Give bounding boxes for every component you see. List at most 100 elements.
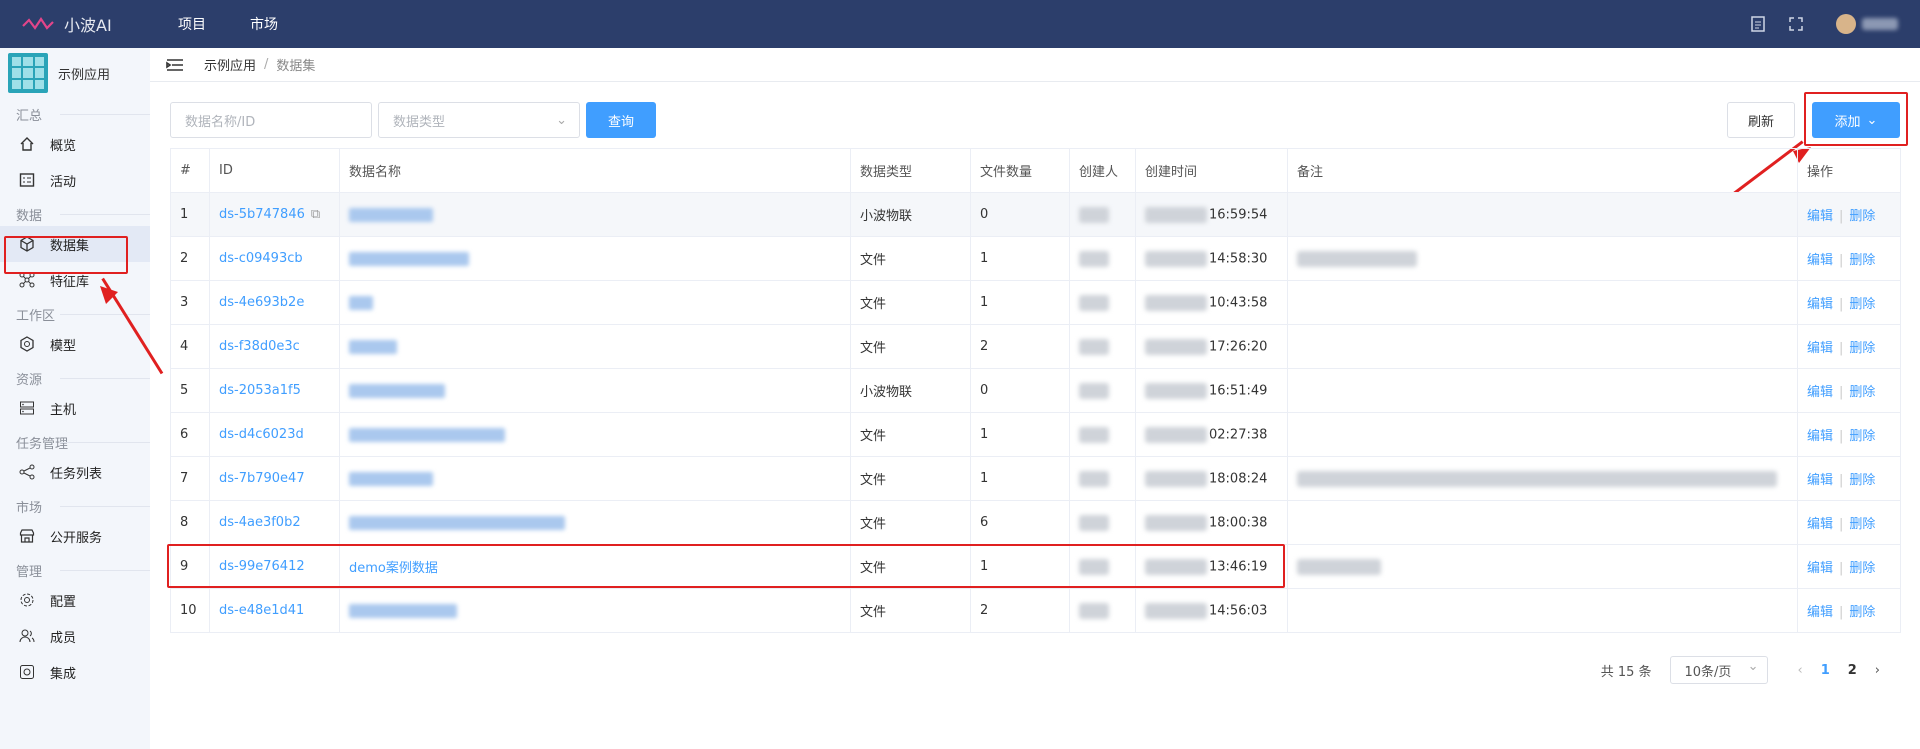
query-button[interactable]: 查询 [586,102,656,138]
dataset-id-link[interactable]: ds-2053a1f5 [219,383,301,398]
edit-link[interactable]: 编辑 [1807,561,1833,576]
edit-link[interactable]: 编辑 [1807,209,1833,224]
dataset-name-blurred[interactable] [349,251,469,266]
edit-link[interactable]: 编辑 [1807,385,1833,400]
table-row: 8 ds-4ae3f0b2 文件 6 18:00:38 编辑 | 删除 [170,500,1901,545]
annotation-arrowhead-sidebar [100,286,118,304]
delete-link[interactable]: 删除 [1849,209,1875,224]
dataset-id-link[interactable]: ds-4ae3f0b2 [219,515,301,530]
gear-icon [18,591,36,609]
edit-link[interactable]: 编辑 [1807,473,1833,488]
sidebar-item-overview[interactable]: 概览 [0,126,150,162]
cell-remark [1287,544,1798,589]
cell-type: 文件 [850,456,971,501]
dataset-name-blurred[interactable] [349,207,433,222]
group-summary: 汇总 [0,102,150,126]
date-blurred [1145,382,1207,399]
cell-actions: 编辑 | 删除 [1797,456,1901,501]
sidebar-item-public-services[interactable]: 公开服务 [0,518,150,554]
breadcrumb-current: 数据集 [276,59,316,74]
creator-blurred [1079,250,1109,267]
cell-type: 文件 [850,324,971,369]
type-select[interactable]: 数据类型 ⌄ [378,102,580,138]
edit-link[interactable]: 编辑 [1807,517,1833,532]
cell-creator [1069,588,1136,633]
group-task-mgmt: 任务管理 [0,430,150,454]
page-2[interactable]: 2 [1848,663,1857,678]
sidebar-item-label: 模型 [50,338,77,354]
group-resources: 资源 [0,366,150,390]
delete-link[interactable]: 删除 [1849,473,1875,488]
cell-files: 1 [970,236,1070,281]
dataset-name-blurred[interactable] [349,339,397,354]
cell-creator [1069,280,1136,325]
col-created-time: 创建时间 [1135,148,1288,193]
delete-link[interactable]: 删除 [1849,429,1875,444]
dataset-id-link[interactable]: ds-5b747846 [219,207,305,222]
breadcrumb-root[interactable]: 示例应用 [204,55,256,74]
cell-name [339,368,851,413]
search-input[interactable]: 数据名称/ID [170,102,372,138]
cell-name [339,324,851,369]
sidebar-item-integrations[interactable]: 集成 [0,654,150,690]
edit-link[interactable]: 编辑 [1807,429,1833,444]
sidebar-item-hosts[interactable]: 主机 [0,390,150,426]
creator-blurred [1079,426,1109,443]
dataset-id-link[interactable]: ds-e48e1d41 [219,603,304,618]
date-blurred [1145,294,1207,311]
user-menu[interactable] [1826,14,1898,34]
delete-link[interactable]: 删除 [1849,517,1875,532]
nav-projects[interactable]: 项目 [156,14,228,34]
delete-link[interactable]: 删除 [1849,297,1875,312]
sidebar-item-models[interactable]: 模型 [0,326,150,362]
page-1[interactable]: 1 [1821,663,1830,678]
avatar[interactable] [1836,14,1856,34]
col-actions: 操作 [1797,148,1901,193]
delete-link[interactable]: 删除 [1849,385,1875,400]
sidebar-item-tasks[interactable]: 任务列表 [0,454,150,490]
page-size-select[interactable]: 10条/页 [1669,656,1768,684]
edit-link[interactable]: 编辑 [1807,253,1833,268]
menu-toggle-icon[interactable] [166,58,184,72]
dataset-name-blurred[interactable] [349,295,373,310]
dataset-id-link[interactable]: ds-f38d0e3c [219,339,300,354]
refresh-button[interactable]: 刷新 [1727,102,1795,138]
time-text: 16:59:54 [1209,207,1268,222]
time-text: 14:56:03 [1209,603,1268,618]
dataset-id-link[interactable]: ds-c09493cb [219,251,303,266]
col-index: # [170,148,210,193]
cell-actions: 编辑 | 删除 [1797,500,1901,545]
cell-id: ds-e48e1d41 [209,588,340,633]
fullscreen-icon[interactable] [1788,16,1804,32]
dataset-id-link[interactable]: ds-d4c6023d [219,427,304,442]
time-text: 17:26:20 [1209,339,1268,354]
dataset-name-blurred[interactable] [349,471,433,486]
dataset-name-blurred[interactable] [349,427,505,442]
edit-link[interactable]: 编辑 [1807,297,1833,312]
sidebar-item-settings[interactable]: 配置 [0,582,150,618]
dataset-id-link[interactable]: ds-4e693b2e [219,295,304,310]
app-name: 小波AI [64,16,112,35]
delete-link[interactable]: 删除 [1849,561,1875,576]
edit-link[interactable]: 编辑 [1807,341,1833,356]
edit-link[interactable]: 编辑 [1807,605,1833,620]
next-page-icon[interactable]: › [1875,663,1880,678]
dataset-id-link[interactable]: ds-7b790e47 [219,471,305,486]
copy-icon[interactable]: ⧉ [311,207,320,222]
cell-remark [1287,456,1798,501]
dataset-name-blurred[interactable] [349,383,445,398]
sidebar-item-label: 主机 [50,402,77,418]
app-header[interactable]: 示例应用 [0,48,150,98]
sidebar-item-members[interactable]: 成员 [0,618,150,654]
table-row: 4 ds-f38d0e3c 文件 2 17:26:20 编辑 | 删除 [170,324,1901,369]
delete-link[interactable]: 删除 [1849,341,1875,356]
prev-page-icon[interactable]: ‹ [1798,663,1803,678]
delete-link[interactable]: 删除 [1849,253,1875,268]
dataset-name-blurred[interactable] [349,603,457,618]
nav-market[interactable]: 市场 [228,14,300,34]
delete-link[interactable]: 删除 [1849,605,1875,620]
logo[interactable]: 小波AI [22,12,152,36]
document-icon[interactable] [1750,16,1766,32]
dataset-name-blurred[interactable] [349,515,565,530]
sidebar-item-activity[interactable]: 活动 [0,162,150,198]
